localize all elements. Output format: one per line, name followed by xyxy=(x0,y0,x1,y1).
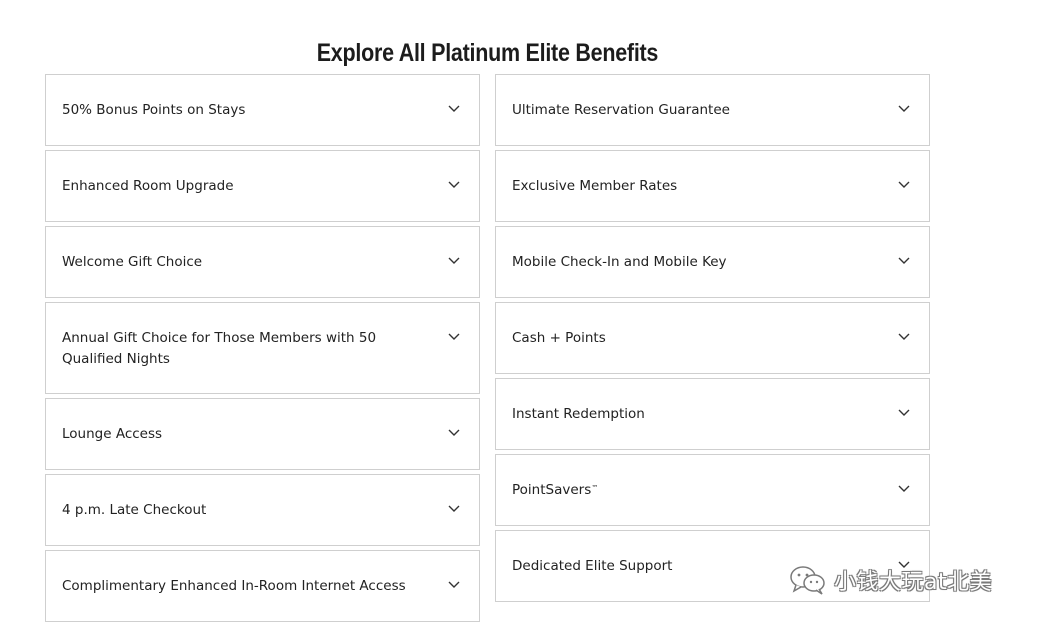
benefit-label: Complimentary Enhanced In-Room Internet … xyxy=(62,578,406,594)
benefit-panel-internet-access[interactable]: Complimentary Enhanced In-Room Internet … xyxy=(45,550,480,622)
chevron-down-icon[interactable] xyxy=(897,407,911,417)
chevron-down-icon[interactable] xyxy=(447,103,461,113)
chevron-down-icon[interactable] xyxy=(447,427,461,437)
benefit-label: 4 p.m. Late Checkout xyxy=(62,502,207,518)
benefit-panel-instant-redemption[interactable]: Instant Redemption xyxy=(495,378,930,450)
benefit-panel-late-checkout[interactable]: 4 p.m. Late Checkout xyxy=(45,474,480,546)
benefit-panel-lounge-access[interactable]: Lounge Access xyxy=(45,398,480,470)
benefit-label: Welcome Gift Choice xyxy=(62,254,203,270)
chevron-down-icon[interactable] xyxy=(897,103,911,113)
benefit-label: Lounge Access xyxy=(62,426,163,442)
chevron-down-icon[interactable] xyxy=(897,179,911,189)
benefit-panel-reservation-guarantee[interactable]: Ultimate Reservation Guarantee xyxy=(495,74,930,146)
benefits-right-column: Ultimate Reservation Guarantee Exclusive… xyxy=(495,74,930,606)
benefit-label: Exclusive Member Rates xyxy=(512,178,678,194)
chevron-down-icon[interactable] xyxy=(897,483,911,493)
watermark: 小钱大玩at北美 xyxy=(788,563,992,597)
benefit-panel-mobile-check-in[interactable]: Mobile Check-In and Mobile Key xyxy=(495,226,930,298)
wechat-icon xyxy=(788,563,828,597)
benefit-panel-member-rates[interactable]: Exclusive Member Rates xyxy=(495,150,930,222)
chevron-down-icon[interactable] xyxy=(447,503,461,513)
benefit-panel-pointsavers[interactable]: PointSavers™ xyxy=(495,454,930,526)
benefit-panel-cash-points[interactable]: Cash + Points xyxy=(495,302,930,374)
benefit-label: PointSavers™ xyxy=(512,480,869,501)
benefit-panel-welcome-gift[interactable]: Welcome Gift Choice xyxy=(45,226,480,298)
benefit-label: Annual Gift Choice for Those Members wit… xyxy=(62,330,377,367)
benefit-label-text: PointSavers xyxy=(512,482,592,498)
chevron-down-icon[interactable] xyxy=(897,331,911,341)
benefit-label: Cash + Points xyxy=(512,330,606,346)
benefit-label: Mobile Check-In and Mobile Key xyxy=(512,254,727,270)
chevron-down-icon[interactable] xyxy=(897,255,911,265)
benefit-panel-annual-gift[interactable]: Annual Gift Choice for Those Members wit… xyxy=(45,302,480,394)
chevron-down-icon[interactable] xyxy=(447,255,461,265)
chevron-down-icon[interactable] xyxy=(447,579,461,589)
benefit-label: Instant Redemption xyxy=(512,406,645,422)
watermark-text: 小钱大玩at北美 xyxy=(834,570,993,595)
benefit-label: Enhanced Room Upgrade xyxy=(62,178,234,194)
page-title: Explore All Platinum Elite Benefits xyxy=(316,38,659,67)
benefit-panel-room-upgrade[interactable]: Enhanced Room Upgrade xyxy=(45,150,480,222)
chevron-down-icon[interactable] xyxy=(447,179,461,189)
benefit-label: Ultimate Reservation Guarantee xyxy=(512,102,730,118)
benefit-panel-bonus-points[interactable]: 50% Bonus Points on Stays xyxy=(45,74,480,146)
chevron-down-icon[interactable] xyxy=(447,331,461,341)
benefits-left-column: 50% Bonus Points on Stays Enhanced Room … xyxy=(45,74,480,626)
trademark-symbol: ™ xyxy=(591,484,599,492)
benefit-label: 50% Bonus Points on Stays xyxy=(62,102,246,118)
